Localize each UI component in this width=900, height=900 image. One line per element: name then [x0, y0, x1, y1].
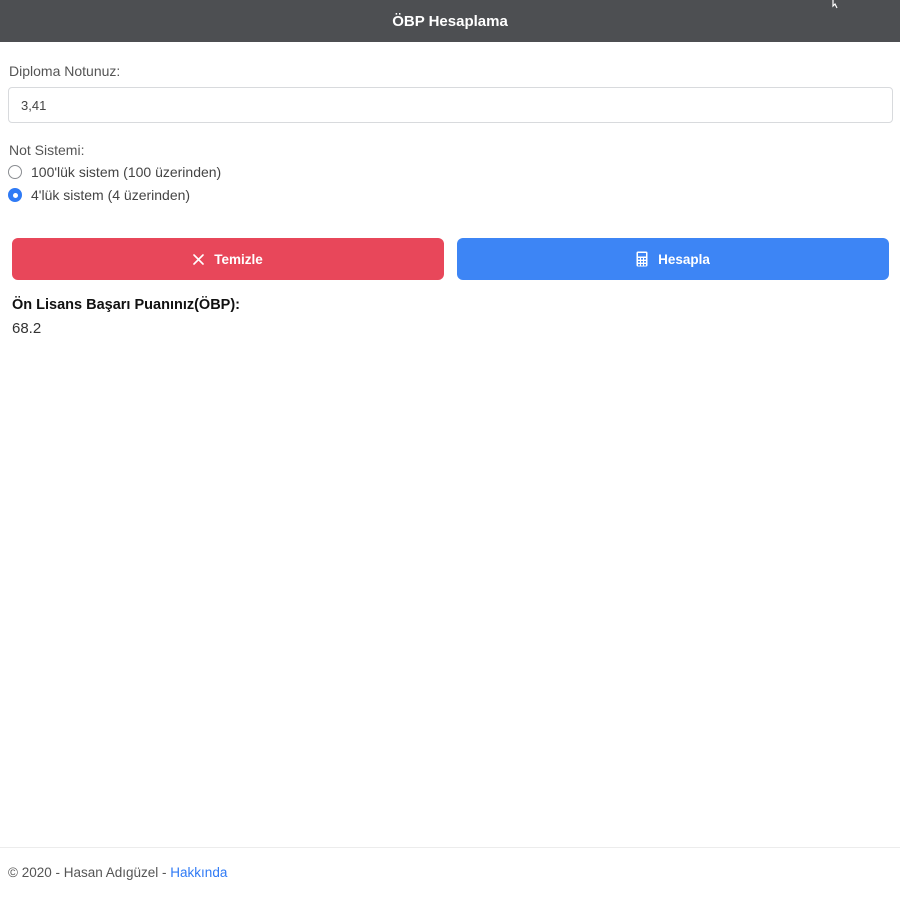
result-value: 68.2	[12, 320, 42, 337]
grading-system-label: Not Sistemi:	[9, 142, 85, 158]
cursor-icon	[830, 0, 840, 9]
radio-option-100[interactable]: 100'lük sistem (100 üzerinden)	[8, 164, 221, 180]
calculate-button[interactable]: Hesapla	[457, 238, 889, 280]
calculator-icon	[636, 251, 648, 267]
footer-copyright: © 2020 - Hasan Adıgüzel -	[8, 865, 171, 880]
clear-button[interactable]: Temizle	[12, 238, 444, 280]
footer-divider	[0, 847, 900, 848]
page-title: ÖBP Hesaplama	[392, 12, 508, 30]
clear-button-label: Temizle	[214, 251, 263, 267]
close-icon	[193, 253, 205, 265]
app-root: ÖBP Hesaplama Diploma Notunuz: Not Siste…	[0, 0, 900, 900]
diploma-input[interactable]	[8, 87, 893, 123]
about-link[interactable]: Hakkında	[170, 865, 227, 880]
calculate-button-label: Hesapla	[658, 251, 710, 267]
footer: © 2020 - Hasan Adıgüzel - Hakkında	[8, 865, 227, 880]
radio-100-label: 100'lük sistem (100 üzerinden)	[31, 164, 222, 180]
app-header: ÖBP Hesaplama	[0, 0, 900, 42]
diploma-label: Diploma Notunuz:	[9, 63, 121, 79]
result-label: Ön Lisans Başarı Puanınız(ÖBP):	[12, 297, 241, 313]
radio-option-4[interactable]: 4'lük sistem (4 üzerinden)	[8, 187, 190, 203]
radio-4-button[interactable]	[8, 188, 22, 202]
radio-100-button[interactable]	[8, 165, 22, 179]
radio-4-label: 4'lük sistem (4 üzerinden)	[31, 187, 191, 203]
